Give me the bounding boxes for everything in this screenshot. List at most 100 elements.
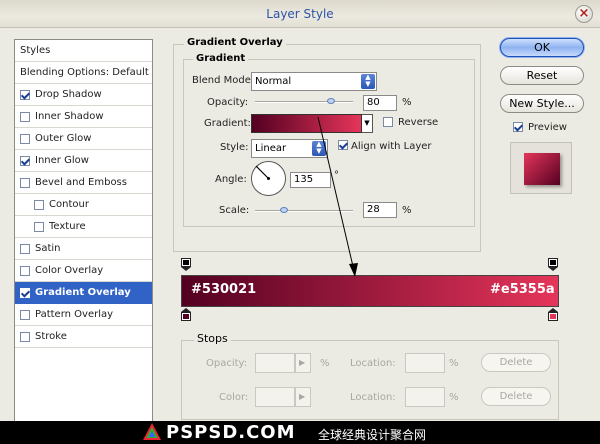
reverse-checkbox[interactable] <box>383 117 398 130</box>
blend-mode-select[interactable]: Normal ▲ ▼ <box>251 72 377 91</box>
sidebar-item-label: Texture <box>49 221 86 232</box>
sidebar-item-label: Inner Shadow <box>35 111 104 122</box>
sidebar-item-texture[interactable]: Texture <box>15 216 152 238</box>
sidebar-item-inner-glow[interactable]: Inner Glow <box>15 150 152 172</box>
sidebar-item-label: Satin <box>35 243 61 254</box>
sidebar-item-label: Inner Glow <box>35 155 89 166</box>
sidebar-item-label: Drop Shadow <box>35 89 102 100</box>
reverse-label: Reverse <box>398 117 439 128</box>
sidebar-item-label: Gradient Overlay <box>35 287 131 298</box>
gradient-label: Gradient: <box>204 118 251 129</box>
stop-opacity-location-label: Location: <box>350 358 396 369</box>
styles-list: Styles Blending Options: Default Drop Shad… <box>14 39 153 444</box>
color-stop-right[interactable] <box>548 308 558 321</box>
sidebar-item-styles[interactable]: Styles <box>15 40 152 62</box>
pspsd-logo-icon <box>143 423 161 440</box>
sidebar-checkbox[interactable] <box>20 309 30 320</box>
sidebar-checkbox[interactable] <box>20 89 30 100</box>
watermark-tagline: 全球经典设计聚合网 <box>318 428 427 442</box>
sidebar-item-outer-glow[interactable]: Outer Glow <box>15 128 152 150</box>
sidebar-item-bevel-and-emboss[interactable]: Bevel and Emboss <box>15 172 152 194</box>
stops-title: Stops <box>194 332 231 345</box>
stop-opacity-location-percent: % <box>449 358 459 369</box>
watermark-brand: PSPSD.COM <box>166 422 296 443</box>
sidebar-checkbox[interactable] <box>20 331 30 342</box>
sidebar-item-label: Bevel and Emboss <box>35 177 127 188</box>
style-label: Style: <box>220 142 249 153</box>
opacity-unit: % <box>402 97 412 108</box>
ok-button[interactable]: OK <box>500 38 584 57</box>
sidebar-checkbox[interactable] <box>20 177 30 188</box>
stops-group <box>181 340 559 420</box>
angle-label: Angle: <box>215 174 247 185</box>
sidebar-item-gradient-overlay[interactable]: Gradient Overlay <box>15 282 152 304</box>
close-button[interactable]: × <box>575 5 593 23</box>
sidebar-checkbox[interactable] <box>20 243 30 254</box>
sidebar-item-label: Color Overlay <box>35 265 104 276</box>
sidebar-checkbox[interactable] <box>20 133 30 144</box>
sidebar-item-label: Outer Glow <box>35 133 92 144</box>
scale-unit: % <box>402 205 412 216</box>
sidebar-item-satin[interactable]: Satin <box>15 238 152 260</box>
gradient-right-color-label: #e5355a <box>490 282 555 297</box>
opacity-slider-thumb[interactable] <box>327 98 335 104</box>
stop-color-arrow: ▶ <box>295 387 311 407</box>
sidebar-checkbox[interactable] <box>34 199 44 210</box>
sidebar-item-contour[interactable]: Contour <box>15 194 152 216</box>
blend-mode-value: Normal <box>255 76 292 87</box>
stop-opacity-arrow: ▶ <box>295 353 311 373</box>
sidebar-item-label: Blending Options: Default <box>20 67 149 78</box>
select-arrows-icon: ▲ ▼ <box>361 74 375 89</box>
watermark-bar: PSPSD.COM 全球经典设计聚合网 <box>0 421 600 444</box>
stop-color-delete-button[interactable]: Delete <box>481 387 551 406</box>
sidebar-checkbox[interactable] <box>20 287 30 298</box>
preview-checkbox[interactable] <box>513 122 528 135</box>
stop-opacity-percent: % <box>320 358 330 369</box>
scale-label: Scale: <box>219 205 250 216</box>
preview-thumbnail <box>510 142 572 194</box>
preview-label: Preview <box>528 122 567 133</box>
angle-dial[interactable] <box>251 161 286 196</box>
stop-color-location-label: Location: <box>350 392 396 403</box>
chevron-right-icon: ▶ <box>299 392 306 401</box>
stop-opacity-delete-button[interactable]: Delete <box>481 353 551 372</box>
new-style-button[interactable]: New Style... <box>500 94 584 113</box>
sidebar-checkbox[interactable] <box>20 265 30 276</box>
style-value: Linear <box>255 143 287 154</box>
stop-opacity-location-input <box>405 353 445 373</box>
color-stop-left[interactable] <box>181 308 191 321</box>
stop-opacity-input <box>255 353 295 373</box>
sidebar-item-blending-options-default[interactable]: Blending Options: Default <box>15 62 152 84</box>
angle-needle-icon <box>255 165 270 180</box>
sidebar-item-label: Pattern Overlay <box>35 309 114 320</box>
sidebar-item-color-overlay[interactable]: Color Overlay <box>15 260 152 282</box>
sidebar-item-label: Styles <box>20 45 51 56</box>
reset-button[interactable]: Reset <box>500 66 584 85</box>
sidebar-item-pattern-overlay[interactable]: Pattern Overlay <box>15 304 152 326</box>
sidebar-checkbox[interactable] <box>20 155 30 166</box>
sidebar-item-inner-shadow[interactable]: Inner Shadow <box>15 106 152 128</box>
blend-mode-label: Blend Mode: <box>192 75 255 86</box>
stop-color-label: Color: <box>219 392 249 403</box>
opacity-stop-right[interactable] <box>548 258 558 271</box>
stop-color-location-input <box>405 387 445 407</box>
sidebar-checkbox[interactable] <box>34 221 44 232</box>
sidebar-checkbox[interactable] <box>20 111 30 122</box>
opacity-slider[interactable] <box>255 98 353 104</box>
sidebar-item-stroke[interactable]: Stroke <box>15 326 152 348</box>
sidebar-item-drop-shadow[interactable]: Drop Shadow <box>15 84 152 106</box>
opacity-input[interactable]: 80 <box>363 95 397 111</box>
window-title: Layer Style <box>266 7 334 21</box>
gradient-group-title: Gradient <box>193 53 249 64</box>
sidebar-item-label: Contour <box>49 199 89 210</box>
annotation-arrow <box>317 116 358 277</box>
opacity-label: Opacity: <box>207 97 249 108</box>
stop-color-swatch <box>255 387 295 407</box>
panel-title: Gradient Overlay <box>184 37 286 48</box>
close-icon: × <box>578 6 590 21</box>
gradient-left-color-label: #530021 <box>191 282 257 297</box>
preview-swatch <box>524 153 560 185</box>
chevron-right-icon: ▶ <box>299 358 306 367</box>
sidebar-item-label: Stroke <box>35 331 67 342</box>
opacity-stop-left[interactable] <box>181 258 191 271</box>
